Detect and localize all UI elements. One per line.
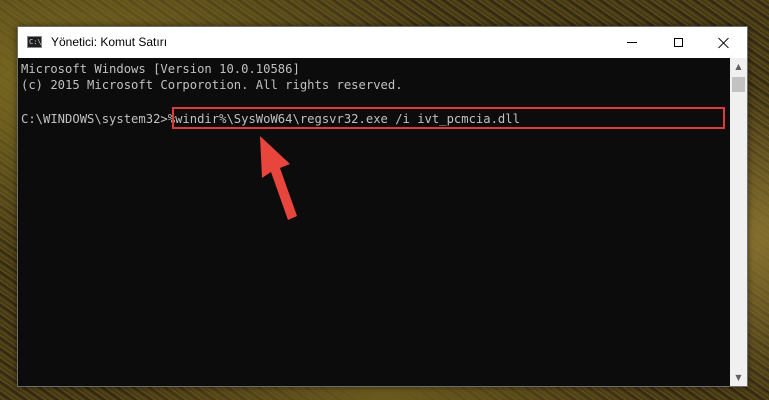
vertical-scrollbar[interactable]: ▲ ▼ [730,58,747,386]
console-line-version: Microsoft Windows [Version 10.0.10586] [21,62,300,76]
minimize-button[interactable] [609,27,655,58]
command-prompt-window: C:\ Yönetici: Komut Satırı Microsoft Win… [17,26,748,387]
command-highlight-box [172,107,725,129]
minimize-icon [627,42,637,43]
console-prompt: C:\WINDOWS\system32> [21,112,168,126]
maximize-button[interactable] [655,27,701,58]
chevron-up-icon: ▲ [735,62,742,71]
scroll-up-button[interactable]: ▲ [730,58,747,75]
close-button[interactable] [701,27,747,58]
cmd-app-icon: C:\ [27,36,42,48]
scroll-down-button[interactable]: ▼ [730,369,747,386]
console-line-copyright: (c) 2015 Microsoft Corporotion. All righ… [21,78,403,92]
title-bar[interactable]: C:\ Yönetici: Komut Satırı [18,27,747,58]
console-output[interactable]: Microsoft Windows [Version 10.0.10586] (… [18,58,730,386]
maximize-icon [673,38,683,47]
red-arrow-icon [260,136,297,220]
close-icon [718,37,730,49]
chevron-down-icon: ▼ [735,373,742,382]
window-title: Yönetici: Komut Satırı [51,35,168,49]
scroll-thumb[interactable] [732,77,745,92]
